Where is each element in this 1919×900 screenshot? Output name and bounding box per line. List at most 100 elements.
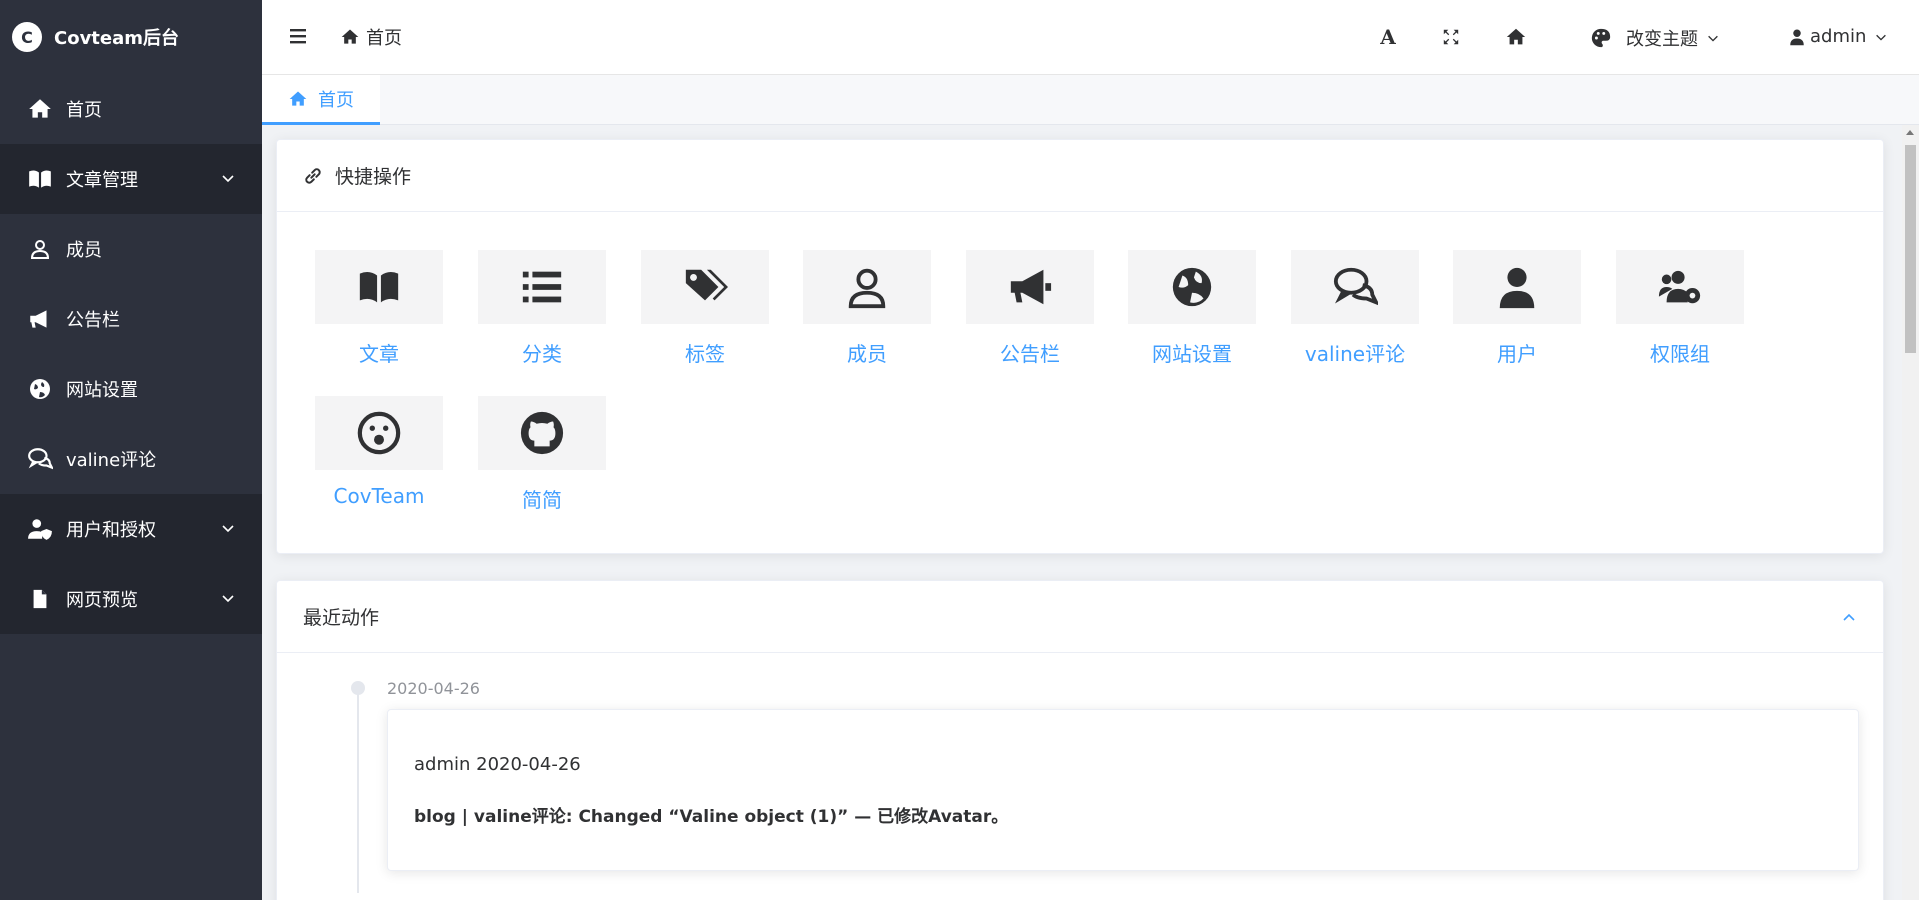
chevron-down-icon[interactable] — [220, 590, 236, 606]
user-icon — [1499, 267, 1535, 309]
sidebar-item-label: 文章管理 — [66, 170, 138, 191]
sidebar-item-label: 首页 — [66, 100, 102, 121]
tab-label: 首页 — [318, 89, 354, 111]
user-outline-icon — [848, 268, 886, 309]
comments-icon — [26, 445, 54, 473]
app-title: Covteam后台 — [54, 28, 180, 49]
user-menu[interactable]: admin — [1788, 26, 1888, 47]
chevron-down-icon[interactable] — [220, 170, 236, 186]
entry-body: blog | valine评论: Changed “Valine object … — [414, 807, 1009, 827]
sidebar-item-label: 网页预览 — [66, 590, 138, 611]
sidebar-item-web-preview[interactable]: 网页预览 — [0, 564, 262, 634]
user-icon — [1790, 29, 1804, 45]
quick-tile-users[interactable]: 用户 — [1453, 250, 1581, 367]
font-size-icon[interactable]: A — [1377, 25, 1399, 49]
breadcrumb[interactable]: 首页 — [340, 24, 402, 50]
theme-label: 改变主题 — [1626, 29, 1698, 50]
scrollbar-thumb[interactable] — [1905, 145, 1916, 353]
tags-icon — [685, 269, 728, 301]
quick-tile-tags[interactable]: 标签 — [641, 250, 769, 367]
chevron-down-icon[interactable] — [220, 520, 236, 536]
username-label: admin — [1810, 26, 1867, 47]
book-icon — [359, 272, 399, 303]
sidebar: C Covteam后台 首页 文章管理 成员 公告栏 网站设置 valine评论… — [0, 0, 262, 900]
quick-actions-header: 快捷操作 — [277, 140, 1883, 212]
quick-tile-site-settings[interactable]: 网站设置 — [1128, 250, 1256, 367]
sidebar-item-valine[interactable]: valine评论 — [0, 424, 262, 494]
recent-actions-card: 最近动作 2020-04-26 admin 2020-04-26 blog | … — [276, 580, 1884, 900]
github-icon — [520, 411, 564, 455]
main-content: 快捷操作 文章 分类 标签 成员 公告栏 网站设置 valine评论 用户 权限… — [262, 125, 1902, 900]
palette-icon — [1591, 28, 1611, 48]
timeline-entry: admin 2020-04-26 blog | valine评论: Change… — [387, 709, 1859, 871]
quick-tile-label: 标签 — [685, 342, 725, 366]
user-outline-icon — [26, 235, 54, 263]
recent-actions-title: 最近动作 — [303, 607, 380, 629]
home-icon — [289, 91, 307, 106]
globe-icon — [1172, 267, 1212, 307]
chevron-down-icon — [1876, 34, 1887, 41]
sidebar-item-site-settings[interactable]: 网站设置 — [0, 354, 262, 424]
quick-tile-members[interactable]: 成员 — [803, 250, 931, 367]
comments-icon — [1333, 267, 1378, 306]
list-icon — [522, 271, 562, 303]
quick-tile-covteam[interactable]: CovTeam — [315, 396, 443, 508]
sidebar-item-label: 用户和授权 — [66, 520, 156, 541]
file-icon — [26, 585, 54, 613]
quick-tile-announcements[interactable]: 公告栏 — [966, 250, 1094, 367]
users-cog-icon — [1658, 270, 1701, 304]
quick-tile-github[interactable]: 简简 — [478, 396, 606, 513]
hamburger-icon[interactable] — [288, 26, 308, 46]
theme-switcher[interactable]: 改变主题 — [1590, 25, 1720, 51]
chevron-up-icon[interactable] — [1841, 609, 1857, 625]
link-icon — [305, 167, 321, 184]
book-icon — [26, 165, 54, 193]
surprise-icon — [357, 411, 401, 455]
sidebar-item-articles[interactable]: 文章管理 — [0, 144, 262, 214]
breadcrumb-home: 首页 — [366, 28, 402, 49]
quick-actions-card: 快捷操作 文章 分类 标签 成员 公告栏 网站设置 valine评论 用户 权限… — [276, 139, 1884, 554]
quick-tile-label: 文章 — [359, 342, 399, 366]
quick-tile-label: 公告栏 — [1000, 342, 1060, 366]
top-header: 首页 A 改变主题 admin — [262, 0, 1919, 75]
sidebar-item-home[interactable]: 首页 — [0, 74, 262, 144]
fullscreen-icon[interactable] — [1440, 26, 1462, 48]
quick-tile-label: 用户 — [1497, 342, 1537, 366]
quick-tile-label: 网站设置 — [1152, 342, 1232, 366]
quick-actions-title: 快捷操作 — [335, 166, 412, 188]
scroll-up-arrow[interactable] — [1906, 130, 1914, 135]
entry-title: admin 2020-04-26 — [414, 754, 581, 775]
quick-tile-label: 成员 — [847, 342, 887, 366]
home-icon[interactable] — [1505, 26, 1527, 48]
quick-tile-groups[interactable]: 权限组 — [1616, 250, 1744, 367]
timeline-date: 2020-04-26 — [387, 679, 480, 698]
sidebar-item-label: 成员 — [66, 240, 102, 261]
user-shield-icon — [26, 515, 54, 543]
quick-tile-articles[interactable]: 文章 — [315, 250, 443, 367]
quick-tile-label: 权限组 — [1650, 342, 1710, 366]
sidebar-item-members[interactable]: 成员 — [0, 214, 262, 284]
globe-icon — [26, 375, 54, 403]
quick-tile-label: valine评论 — [1304, 342, 1406, 366]
timeline-line — [357, 693, 359, 893]
bullhorn-icon — [26, 305, 54, 333]
home-icon — [341, 29, 359, 44]
sidebar-item-users-auth[interactable]: 用户和授权 — [0, 494, 262, 564]
chevron-down-icon — [1708, 35, 1718, 42]
sidebar-item-label: valine评论 — [66, 450, 157, 471]
timeline-dot — [351, 681, 365, 695]
recent-actions-header: 最近动作 — [277, 581, 1883, 653]
quick-tile-label: 分类 — [522, 342, 562, 366]
bullhorn-icon — [1010, 269, 1052, 305]
quick-tile-categories[interactable]: 分类 — [478, 250, 606, 367]
quick-tile-valine[interactable]: valine评论 — [1291, 250, 1419, 367]
home-icon — [26, 95, 54, 123]
sidebar-item-announcements[interactable]: 公告栏 — [0, 284, 262, 354]
brand[interactable]: C Covteam后台 — [0, 0, 262, 74]
scrollbar[interactable] — [1902, 125, 1919, 900]
tabs-bar: 首页 — [262, 75, 1919, 125]
tab-home[interactable]: 首页 — [262, 75, 380, 125]
quick-tile-label: CovTeam — [333, 484, 425, 508]
quick-tile-label: 简简 — [522, 488, 562, 512]
logo-icon: C — [12, 22, 42, 52]
